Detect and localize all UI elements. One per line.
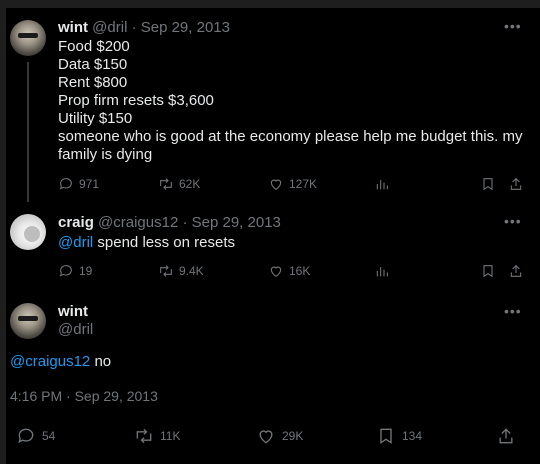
repost-icon — [160, 178, 172, 190]
more-icon[interactable]: ••• — [504, 303, 522, 319]
display-name[interactable]: wint — [58, 303, 93, 321]
tweet-text-content: no — [90, 353, 112, 370]
reply-icon — [59, 178, 72, 190]
repost-icon — [136, 428, 152, 444]
bookmark-icon — [483, 178, 493, 191]
reply-button[interactable]: 19 — [58, 263, 92, 279]
mention-link[interactable]: @craigus12 — [10, 353, 90, 370]
reply-count: 54 — [42, 429, 56, 443]
avatar[interactable] — [10, 303, 46, 339]
tweet-craig-reply[interactable]: craig @craigus12 · Sep 29, 2013 ••• @dri… — [6, 205, 540, 293]
like-icon — [270, 179, 282, 190]
tweet-line: someone who is good at the economy pleas… — [58, 128, 523, 145]
focused-action-bar: 54 11K 29K 134 — [6, 426, 540, 456]
like-icon — [259, 430, 273, 444]
share-button[interactable] — [508, 176, 524, 192]
share-button[interactable] — [496, 426, 516, 446]
avatar[interactable] — [10, 214, 46, 250]
share-button[interactable] — [508, 263, 524, 279]
display-name[interactable]: craig — [58, 214, 94, 231]
repost-button[interactable]: 9.4K — [158, 263, 204, 279]
share-icon — [499, 428, 513, 444]
share-icon — [510, 264, 522, 277]
avatar[interactable] — [10, 20, 46, 56]
tweet-header: craig @craigus12 · Sep 29, 2013 — [58, 214, 281, 231]
reply-count: 19 — [79, 264, 93, 278]
action-bar: 971 62K 127K — [58, 176, 528, 194]
more-icon[interactable]: ••• — [504, 18, 522, 34]
repost-icon — [160, 265, 172, 277]
tweet-header: wint @dril — [58, 303, 93, 339]
like-count: 16K — [289, 264, 311, 278]
views-icon — [376, 180, 388, 190]
tweet-timestamp[interactable]: 4:16 PM · Sep 29, 2013 — [10, 388, 158, 404]
reply-button[interactable]: 971 — [58, 176, 99, 192]
tweet-line: Prop firm resets $3,600 — [58, 92, 214, 109]
share-icon — [510, 177, 522, 190]
repost-count: 9.4K — [179, 264, 204, 278]
bookmark-button[interactable]: 134 — [376, 426, 422, 446]
repost-button[interactable]: 62K — [158, 176, 200, 192]
tweet-text: @craigus12 no — [10, 353, 510, 371]
reply-button[interactable]: 54 — [16, 426, 55, 446]
bookmark-icon — [380, 428, 392, 444]
tweet-dril-budget[interactable]: wint @dril · Sep 29, 2013 ••• Food $200 … — [6, 0, 540, 205]
repost-count: 62K — [179, 177, 201, 191]
tweet-line: Rent $800 — [58, 74, 128, 91]
tweet-line: Data $150 — [58, 56, 128, 73]
handle-date[interactable]: @craigus12 · Sep 29, 2013 — [98, 214, 281, 231]
like-button[interactable]: 29K — [256, 426, 303, 446]
like-button[interactable]: 127K — [268, 176, 317, 192]
tweet-text: Food $200 Data $150 Rent $800 Prop firm … — [58, 38, 528, 164]
views-icon — [376, 267, 388, 277]
repost-count: 11K — [160, 429, 181, 443]
tweet-text: @dril spend less on resets — [58, 234, 528, 252]
mention-link[interactable]: @dril — [58, 234, 93, 251]
bookmark-icon — [483, 265, 493, 278]
reply-icon — [59, 265, 72, 277]
reply-count: 971 — [79, 177, 100, 191]
like-button[interactable]: 16K — [268, 263, 310, 279]
tweet-text-content: spend less on resets — [93, 234, 235, 251]
handle-date[interactable]: @dril · Sep 29, 2013 — [92, 19, 230, 36]
bookmark-button[interactable] — [480, 263, 496, 279]
repost-button[interactable]: 11K — [134, 426, 180, 446]
tweet-header: wint @dril · Sep 29, 2013 — [58, 19, 230, 36]
tweet-line: Food $200 — [58, 38, 130, 55]
bookmark-count: 134 — [402, 429, 423, 443]
like-count: 127K — [289, 177, 318, 191]
views-button[interactable] — [374, 263, 390, 279]
tweet-line: family is dying — [58, 146, 153, 163]
bookmark-button[interactable] — [480, 176, 496, 192]
like-count: 29K — [282, 429, 304, 443]
reply-icon — [18, 428, 34, 444]
like-icon — [270, 266, 282, 277]
thread-line — [27, 62, 29, 202]
views-button[interactable] — [374, 176, 390, 192]
action-bar: 19 9.4K 16K — [58, 263, 528, 281]
display-name[interactable]: wint — [58, 19, 88, 36]
more-icon[interactable]: ••• — [504, 213, 522, 229]
handle[interactable]: @dril — [58, 321, 93, 339]
tweet-line: Utility $150 — [58, 110, 133, 127]
